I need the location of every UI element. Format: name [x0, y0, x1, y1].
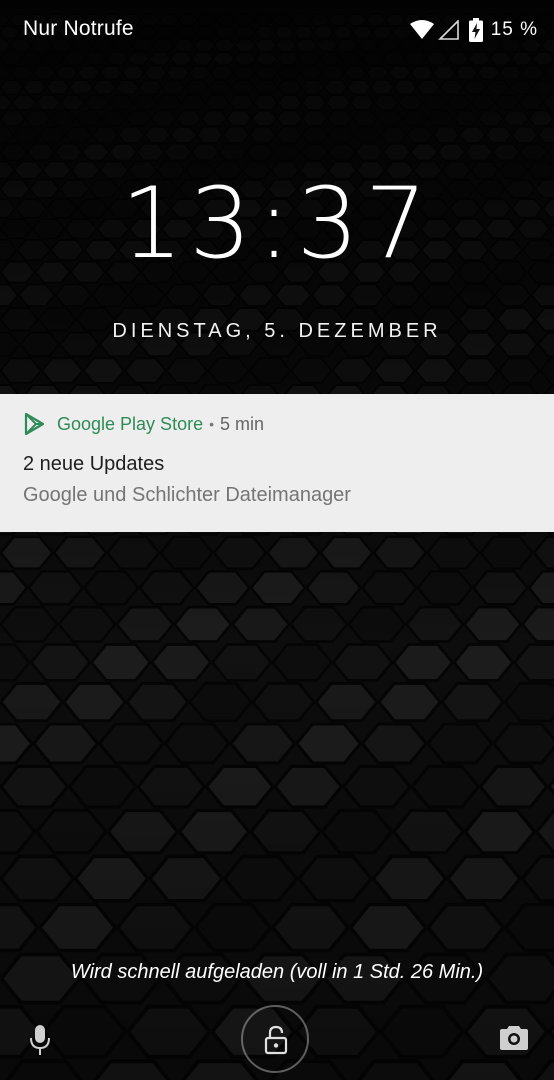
- notification-time: 5 min: [220, 413, 265, 434]
- notification-app-name: Google Play Store: [57, 413, 204, 434]
- wallpaper-background: [0, 0, 554, 1080]
- notification-header: Google Play Store • 5 min: [23, 412, 264, 436]
- cell-signal-icon: [437, 20, 459, 40]
- battery-percent: 15 %: [490, 19, 538, 40]
- notification-separator: •: [209, 416, 214, 432]
- microphone-icon[interactable]: [26, 1023, 54, 1057]
- lockscreen-clock: 13:37: [120, 167, 434, 281]
- camera-icon[interactable]: [498, 1024, 530, 1052]
- charging-status: Wird schnell aufgeladen (voll in 1 Std. …: [70, 961, 484, 983]
- notification-text: Google und Schlichter Dateimanager: [23, 484, 351, 506]
- unlock-icon[interactable]: [263, 1025, 289, 1055]
- lockscreen-date: DIENSTAG, 5. DEZEMBER: [112, 320, 442, 342]
- wifi-icon: [409, 20, 434, 39]
- status-bar: Nur Notrufe 15 %: [0, 0, 554, 58]
- battery-charging-icon: [468, 18, 483, 42]
- carrier-label: Nur Notrufe: [23, 17, 134, 40]
- play-store-icon: [24, 413, 45, 435]
- notification-card[interactable]: Google Play Store • 5 min 2 neue Updates…: [0, 394, 554, 532]
- status-icons: 15 %: [409, 16, 538, 44]
- notification-title: 2 neue Updates: [23, 453, 165, 475]
